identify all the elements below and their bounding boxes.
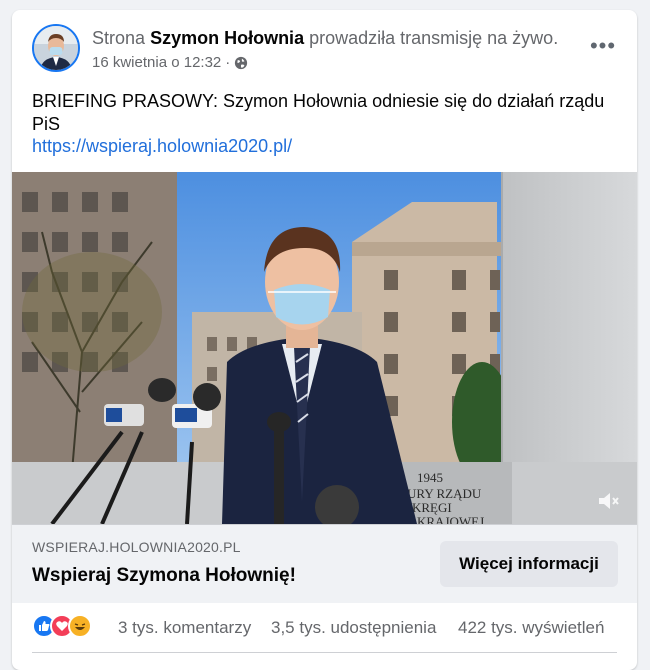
shares-count[interactable]: 3,5 tys. udostępnienia bbox=[271, 618, 436, 638]
plaque-line3: KRĘGI bbox=[412, 500, 452, 515]
more-info-button[interactable]: Więcej informacji bbox=[440, 541, 618, 587]
globe-icon bbox=[235, 56, 248, 69]
plaque-year: 1945 bbox=[417, 470, 443, 485]
plaque-line2: URY RZĄDU bbox=[407, 486, 482, 501]
avatar-portrait bbox=[34, 26, 78, 70]
page-avatar[interactable] bbox=[32, 24, 80, 72]
title-action: prowadziła transmisję na żywo. bbox=[309, 28, 559, 48]
muted-speaker-icon[interactable] bbox=[595, 488, 621, 514]
plaque-line4: KRAJOWEJ bbox=[417, 514, 484, 524]
post-meta: 16 kwietnia o 12:32 · bbox=[92, 54, 248, 71]
actions-divider bbox=[32, 652, 617, 653]
title-prefix: Strona bbox=[92, 28, 146, 48]
more-options-button[interactable]: ••• bbox=[585, 34, 621, 58]
page-name-link[interactable]: Szymon Hołownia bbox=[150, 28, 304, 48]
comments-count[interactable]: 3 tys. komentarzy bbox=[118, 618, 251, 638]
reactions-summary[interactable] bbox=[32, 614, 92, 638]
post-card: Strona Szymon Hołownia prowadziła transm… bbox=[12, 10, 637, 670]
post-title-line: Strona Szymon Hołownia prowadziła transm… bbox=[92, 28, 558, 49]
link-title[interactable]: Wspieraj Szymona Hołownię! bbox=[32, 565, 296, 587]
post-stats: 3 tys. komentarzy 3,5 tys. udostępnienia… bbox=[32, 612, 617, 642]
link-domain: WSPIERAJ.HOLOWNIA2020.PL bbox=[32, 539, 241, 555]
more-options-icon: ••• bbox=[589, 33, 617, 58]
live-video[interactable]: 1945 URY RZĄDU KRĘGI KRAJOWEJ bbox=[12, 172, 637, 524]
haha-icon bbox=[68, 614, 92, 638]
link-preview[interactable]: WSPIERAJ.HOLOWNIA2020.PL Wspieraj Szymon… bbox=[12, 524, 637, 603]
post-header: Strona Szymon Hołownia prowadziła transm… bbox=[32, 24, 621, 74]
post-timestamp[interactable]: 16 kwietnia o 12:32 bbox=[92, 54, 221, 71]
post-link[interactable]: https://wspieraj.holownia2020.pl/ bbox=[32, 136, 292, 157]
meta-separator: · bbox=[225, 54, 231, 71]
post-text: BRIEFING PRASOWY: Szymon Hołownia odnies… bbox=[32, 91, 605, 134]
video-frame: 1945 URY RZĄDU KRĘGI KRAJOWEJ bbox=[12, 172, 637, 524]
views-count: 422 tys. wyświetleń bbox=[458, 618, 605, 637]
